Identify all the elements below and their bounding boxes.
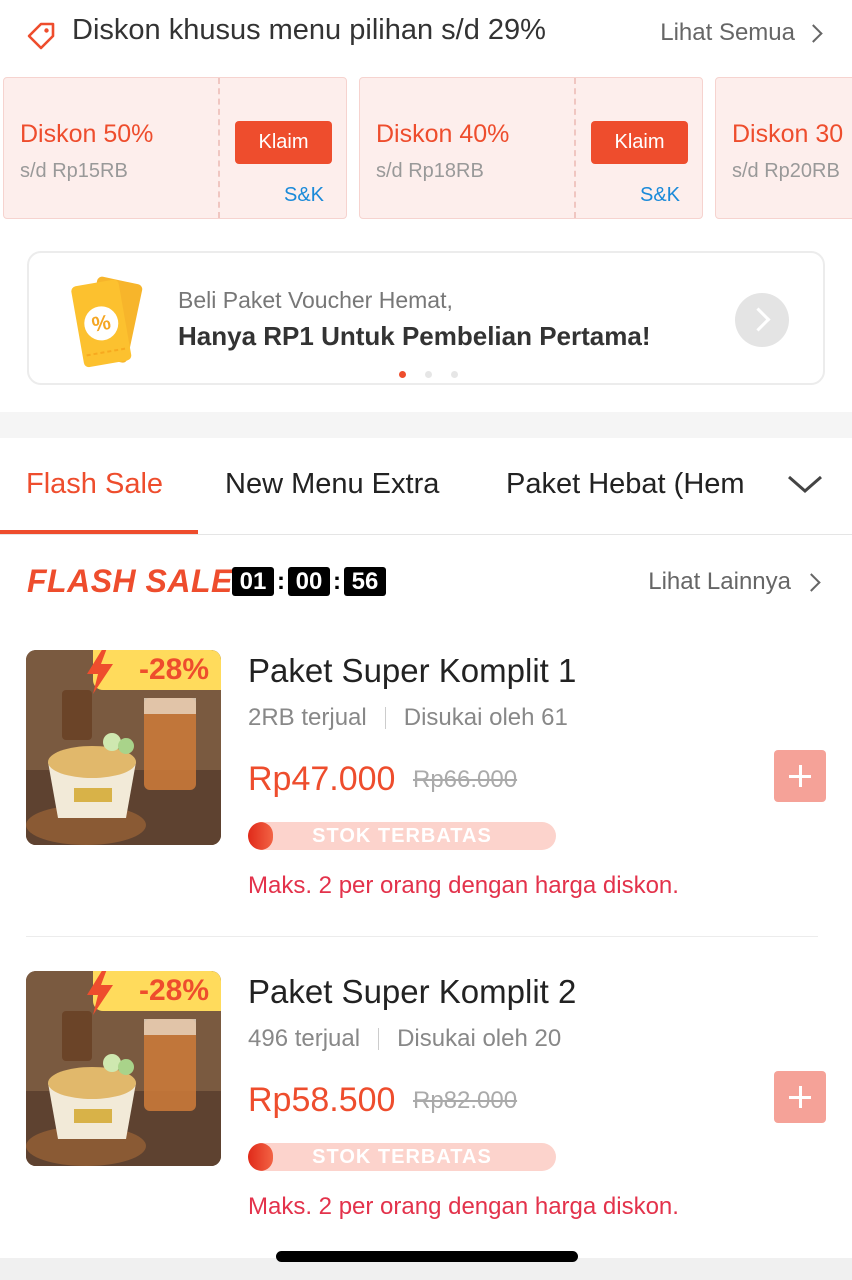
terms-link[interactable]: S&K [640, 184, 680, 207]
tag-icon [27, 22, 55, 50]
banner-subtitle: Beli Paket Voucher Hemat, [178, 287, 453, 313]
tab-paket-hebat[interactable]: Paket Hebat (Hem [506, 468, 758, 501]
timer-separator: : [333, 567, 341, 595]
carousel-dot [425, 371, 432, 378]
claim-button[interactable]: Klaim [235, 121, 332, 164]
voucher-title: Diskon 40% [376, 120, 510, 148]
add-to-cart-button[interactable] [774, 750, 826, 802]
voucher-subtitle: s/d Rp15RB [20, 160, 128, 182]
active-tab-indicator [0, 530, 198, 534]
product-card[interactable]: -28% Paket Super Komplit 2 496 terjual D… [0, 971, 852, 1271]
product-name[interactable]: Paket Super Komplit 2 [248, 973, 576, 1011]
plus-icon [799, 765, 802, 787]
promo-header: Diskon khusus menu pilihan s/d 29% Lihat… [0, 0, 852, 70]
sold-count: 2RB terjual [248, 704, 367, 731]
stock-progress-bar: STOK TERBATAS [248, 1143, 556, 1171]
section-gap [0, 412, 852, 438]
chevron-down-icon[interactable] [786, 472, 824, 496]
chevron-right-icon [804, 23, 823, 43]
divider [384, 707, 386, 729]
carousel-dot [399, 371, 406, 378]
plus-icon [799, 1086, 802, 1108]
voucher-divider [218, 78, 220, 218]
purchase-limit-note: Maks. 2 per orang dengan harga diskon. [248, 1193, 679, 1220]
voucher-title: Diskon 30 [732, 120, 844, 148]
product-stats: 496 terjual Disukai oleh 20 [248, 1025, 561, 1053]
voucher-subtitle: s/d Rp18RB [376, 160, 484, 182]
discount-text: -28% [138, 653, 209, 686]
original-price: Rp82.000 [413, 1087, 518, 1114]
discount-badge: -28% [87, 650, 221, 694]
product-stats: 2RB terjual Disukai oleh 61 [248, 704, 568, 732]
original-price: Rp66.000 [413, 766, 518, 793]
add-to-cart-button[interactable] [774, 1071, 826, 1123]
discount-ticket-icon: % [71, 276, 143, 368]
product-image[interactable]: -28% [26, 971, 221, 1166]
voucher-subtitle: s/d Rp20RB [732, 160, 840, 182]
stock-progress-bar: STOK TERBATAS [248, 822, 556, 850]
timer-minutes: 00 [288, 567, 330, 596]
liked-count: Disukai oleh 61 [403, 704, 568, 731]
carousel-dot [451, 371, 458, 378]
see-all-link[interactable]: Lihat Semua [660, 19, 824, 47]
discount-badge: -28% [87, 971, 221, 1015]
product-card[interactable]: -28% Paket Super Komplit 1 2RB terjual D… [0, 650, 852, 950]
see-more-label: Lihat Lainnya [648, 568, 791, 595]
lightning-icon [87, 650, 113, 694]
banner-next-button[interactable] [735, 293, 789, 347]
sold-count: 496 terjual [248, 1025, 361, 1052]
lightning-icon [87, 971, 113, 1015]
countdown-timer: 01 : 00 : 56 [232, 567, 386, 596]
voucher-carousel[interactable]: Diskon 50% s/d Rp15RB Klaim S&K Diskon 4… [0, 77, 852, 221]
flash-sale-header: FLASH SALE 01 : 00 : 56 Lihat Lainnya [0, 560, 852, 606]
chevron-right-icon [746, 307, 771, 332]
see-all-label: Lihat Semua [660, 19, 795, 46]
stock-label: STOK TERBATAS [312, 825, 492, 847]
liked-count: Disukai oleh 20 [397, 1025, 562, 1052]
voucher-divider [574, 78, 576, 218]
flash-sale-logo: FLASH SALE [27, 563, 233, 599]
voucher-card[interactable]: Diskon 30 s/d Rp20RB [715, 77, 852, 219]
see-more-link[interactable]: Lihat Lainnya [648, 568, 822, 596]
product-price: Rp58.500 [248, 1081, 396, 1119]
category-tabs: Flash Sale New Menu Extra Paket Hebat (H… [0, 438, 852, 535]
home-indicator [276, 1251, 578, 1262]
purchase-limit-note: Maks. 2 per orang dengan harga diskon. [248, 872, 679, 899]
divider [378, 1028, 380, 1050]
banner-title: Hanya RP1 Untuk Pembelian Pertama! [178, 321, 651, 351]
stock-label: STOK TERBATAS [312, 1146, 492, 1168]
carousel-indicator [399, 371, 458, 378]
divider [26, 936, 818, 937]
claim-button[interactable]: Klaim [591, 121, 688, 164]
promo-title: Diskon khusus menu pilihan s/d 29% [72, 14, 546, 46]
timer-hours: 01 [232, 567, 274, 596]
timer-separator: : [277, 567, 285, 595]
terms-link[interactable]: S&K [284, 184, 324, 207]
discount-text: -28% [138, 974, 209, 1007]
product-name[interactable]: Paket Super Komplit 1 [248, 652, 576, 690]
voucher-card[interactable]: Diskon 40% s/d Rp18RB Klaim S&K [359, 77, 703, 219]
voucher-card[interactable]: Diskon 50% s/d Rp15RB Klaim S&K [3, 77, 347, 219]
chevron-right-icon [802, 572, 821, 592]
voucher-title: Diskon 50% [20, 120, 154, 148]
product-price: Rp47.000 [248, 760, 396, 798]
voucher-package-banner[interactable]: % Beli Paket Voucher Hemat, Hanya RP1 Un… [27, 251, 825, 385]
tab-new-menu-extra[interactable]: New Menu Extra [225, 468, 439, 501]
timer-seconds: 56 [344, 567, 386, 596]
tab-flash-sale[interactable]: Flash Sale [26, 468, 163, 501]
product-image[interactable]: -28% [26, 650, 221, 845]
